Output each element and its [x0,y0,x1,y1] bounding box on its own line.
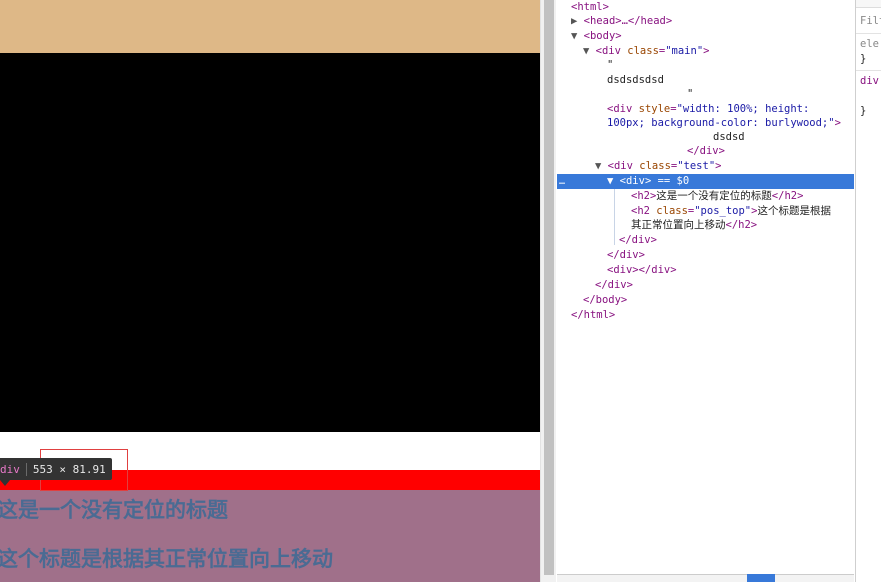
black-block [0,53,540,432]
tooltip-tag: div [0,462,27,476]
triangle-down-icon[interactable]: ▼ [571,30,577,42]
html-close-tag[interactable]: </html> [571,308,615,322]
node-h2[interactable]: <h2>这是一个没有定位的标题</h2> [631,189,803,203]
burlywood-block [0,0,540,53]
text-node[interactable]: dsdsdsdsd [607,73,664,87]
inspect-tooltip: div 553 × 81.91 [0,458,112,480]
breadcrumb-bar[interactable] [557,574,854,582]
styles-divider [856,70,881,71]
triangle-down-icon[interactable]: ▼ [595,160,601,172]
styled-div-close[interactable]: </div> [687,144,725,158]
node-div-main[interactable]: ▼ <div class="main"> [583,44,709,58]
viewport-scrollbar[interactable] [540,0,556,582]
h2b-attr-name: class [656,205,688,217]
test-div-close[interactable]: </div> [607,248,645,262]
empty-div[interactable]: <div></div> [607,263,677,277]
node-body[interactable]: ▼ <body> [571,29,622,43]
main-attr-name: class [627,45,659,57]
node-div-styled[interactable]: <div style="width: 100%; height: [607,102,809,116]
styles-divider [856,33,881,34]
text-quote-close: " [687,88,694,100]
node-div-selected[interactable]: ▼ <div> == $0 [607,174,689,189]
triangle-down-icon[interactable]: ▼ [607,175,613,187]
selected-node-row[interactable]: … [557,174,854,189]
h2b-attr-value: "pos_top" [694,205,752,217]
heading-pos-top: 这个标题是根据其正常位置向上移动 [0,547,333,571]
scrollbar-thumb[interactable] [544,0,554,575]
selected-marker: == $0 [657,175,690,187]
html-open-tag: <html> [571,1,609,13]
styles-pane[interactable]: Filte ele } div } [855,0,881,582]
styled-div-attr: style [638,103,671,115]
elements-panel[interactable]: … <html> ▶ <head>…</head> ▼ <body> ▼ <di… [557,0,854,582]
h2b-text-1: 这个标题是根据 [757,205,831,217]
tooltip-size: 553 × 81.91 [32,462,106,476]
test-attr-value: "test" [677,160,716,172]
styled-div-tag: <div [607,103,633,115]
text-quote-open: " [607,59,614,71]
heading-unpositioned: 这是一个没有定位的标题 [0,498,228,522]
element-style-label: ele [860,38,879,50]
styles-filter-input[interactable]: Filte [860,14,881,28]
node-h2-pos-top-cont[interactable]: 其正常位置向上移动</h2> [631,218,757,232]
h2-close-tag: </h2> [771,190,804,202]
styled-div-text[interactable]: dsdsd [713,130,745,144]
styled-div-bracket: > [834,117,841,129]
h2b-close-tag: </h2> [725,219,758,231]
h2-text: 这是一个没有定位的标题 [656,190,772,202]
triangle-right-icon[interactable]: ▶ [571,15,577,27]
styles-tabbar[interactable] [856,0,881,8]
tree-guide-line [614,189,615,245]
more-dots-icon[interactable]: … [559,174,565,189]
node-head[interactable]: ▶ <head>…</head> [571,14,672,28]
test-tag: <div [607,160,633,172]
node-html[interactable]: <html> [571,0,609,14]
main-tag: <div [595,45,621,57]
breadcrumb-active[interactable] [747,574,775,582]
div-rule-selector[interactable]: div [860,74,879,88]
tooltip-arrow-icon [0,480,10,486]
h2b-tag: <h2 [631,205,650,217]
body-close-tag[interactable]: </body> [583,293,627,307]
triangle-down-icon[interactable]: ▼ [583,45,589,57]
body-open-tag: <body> [583,30,622,42]
test-attr-name: class [639,160,671,172]
inner-div-close[interactable]: </div> [619,233,657,247]
styled-div-value-1: "width: 100%; height: [676,103,810,115]
h2b-text-2: 其正常位置向上移动 [631,219,726,231]
h2-open-tag: <h2> [631,190,657,202]
brace-close-2: } [860,105,867,117]
node-h2-pos-top[interactable]: <h2 class="pos_top">这个标题是根据 [631,204,831,218]
brace-close-1: } [860,53,867,65]
head-tag: <head>…</head> [583,15,673,27]
node-div-test[interactable]: ▼ <div class="test"> [595,159,721,173]
main-attr-value: "main" [665,45,704,57]
page-viewport: 这是一个没有定位的标题 这个标题是根据其正常位置向上移动 div 553 × 8… [0,0,540,582]
node-div-styled-cont[interactable]: 100px; background-color: burlywood;"> [607,116,841,130]
selected-div-tag: <div> [619,175,652,187]
styled-div-value-2: 100px; background-color: burlywood;" [607,117,835,129]
main-div-close[interactable]: </div> [595,278,633,292]
